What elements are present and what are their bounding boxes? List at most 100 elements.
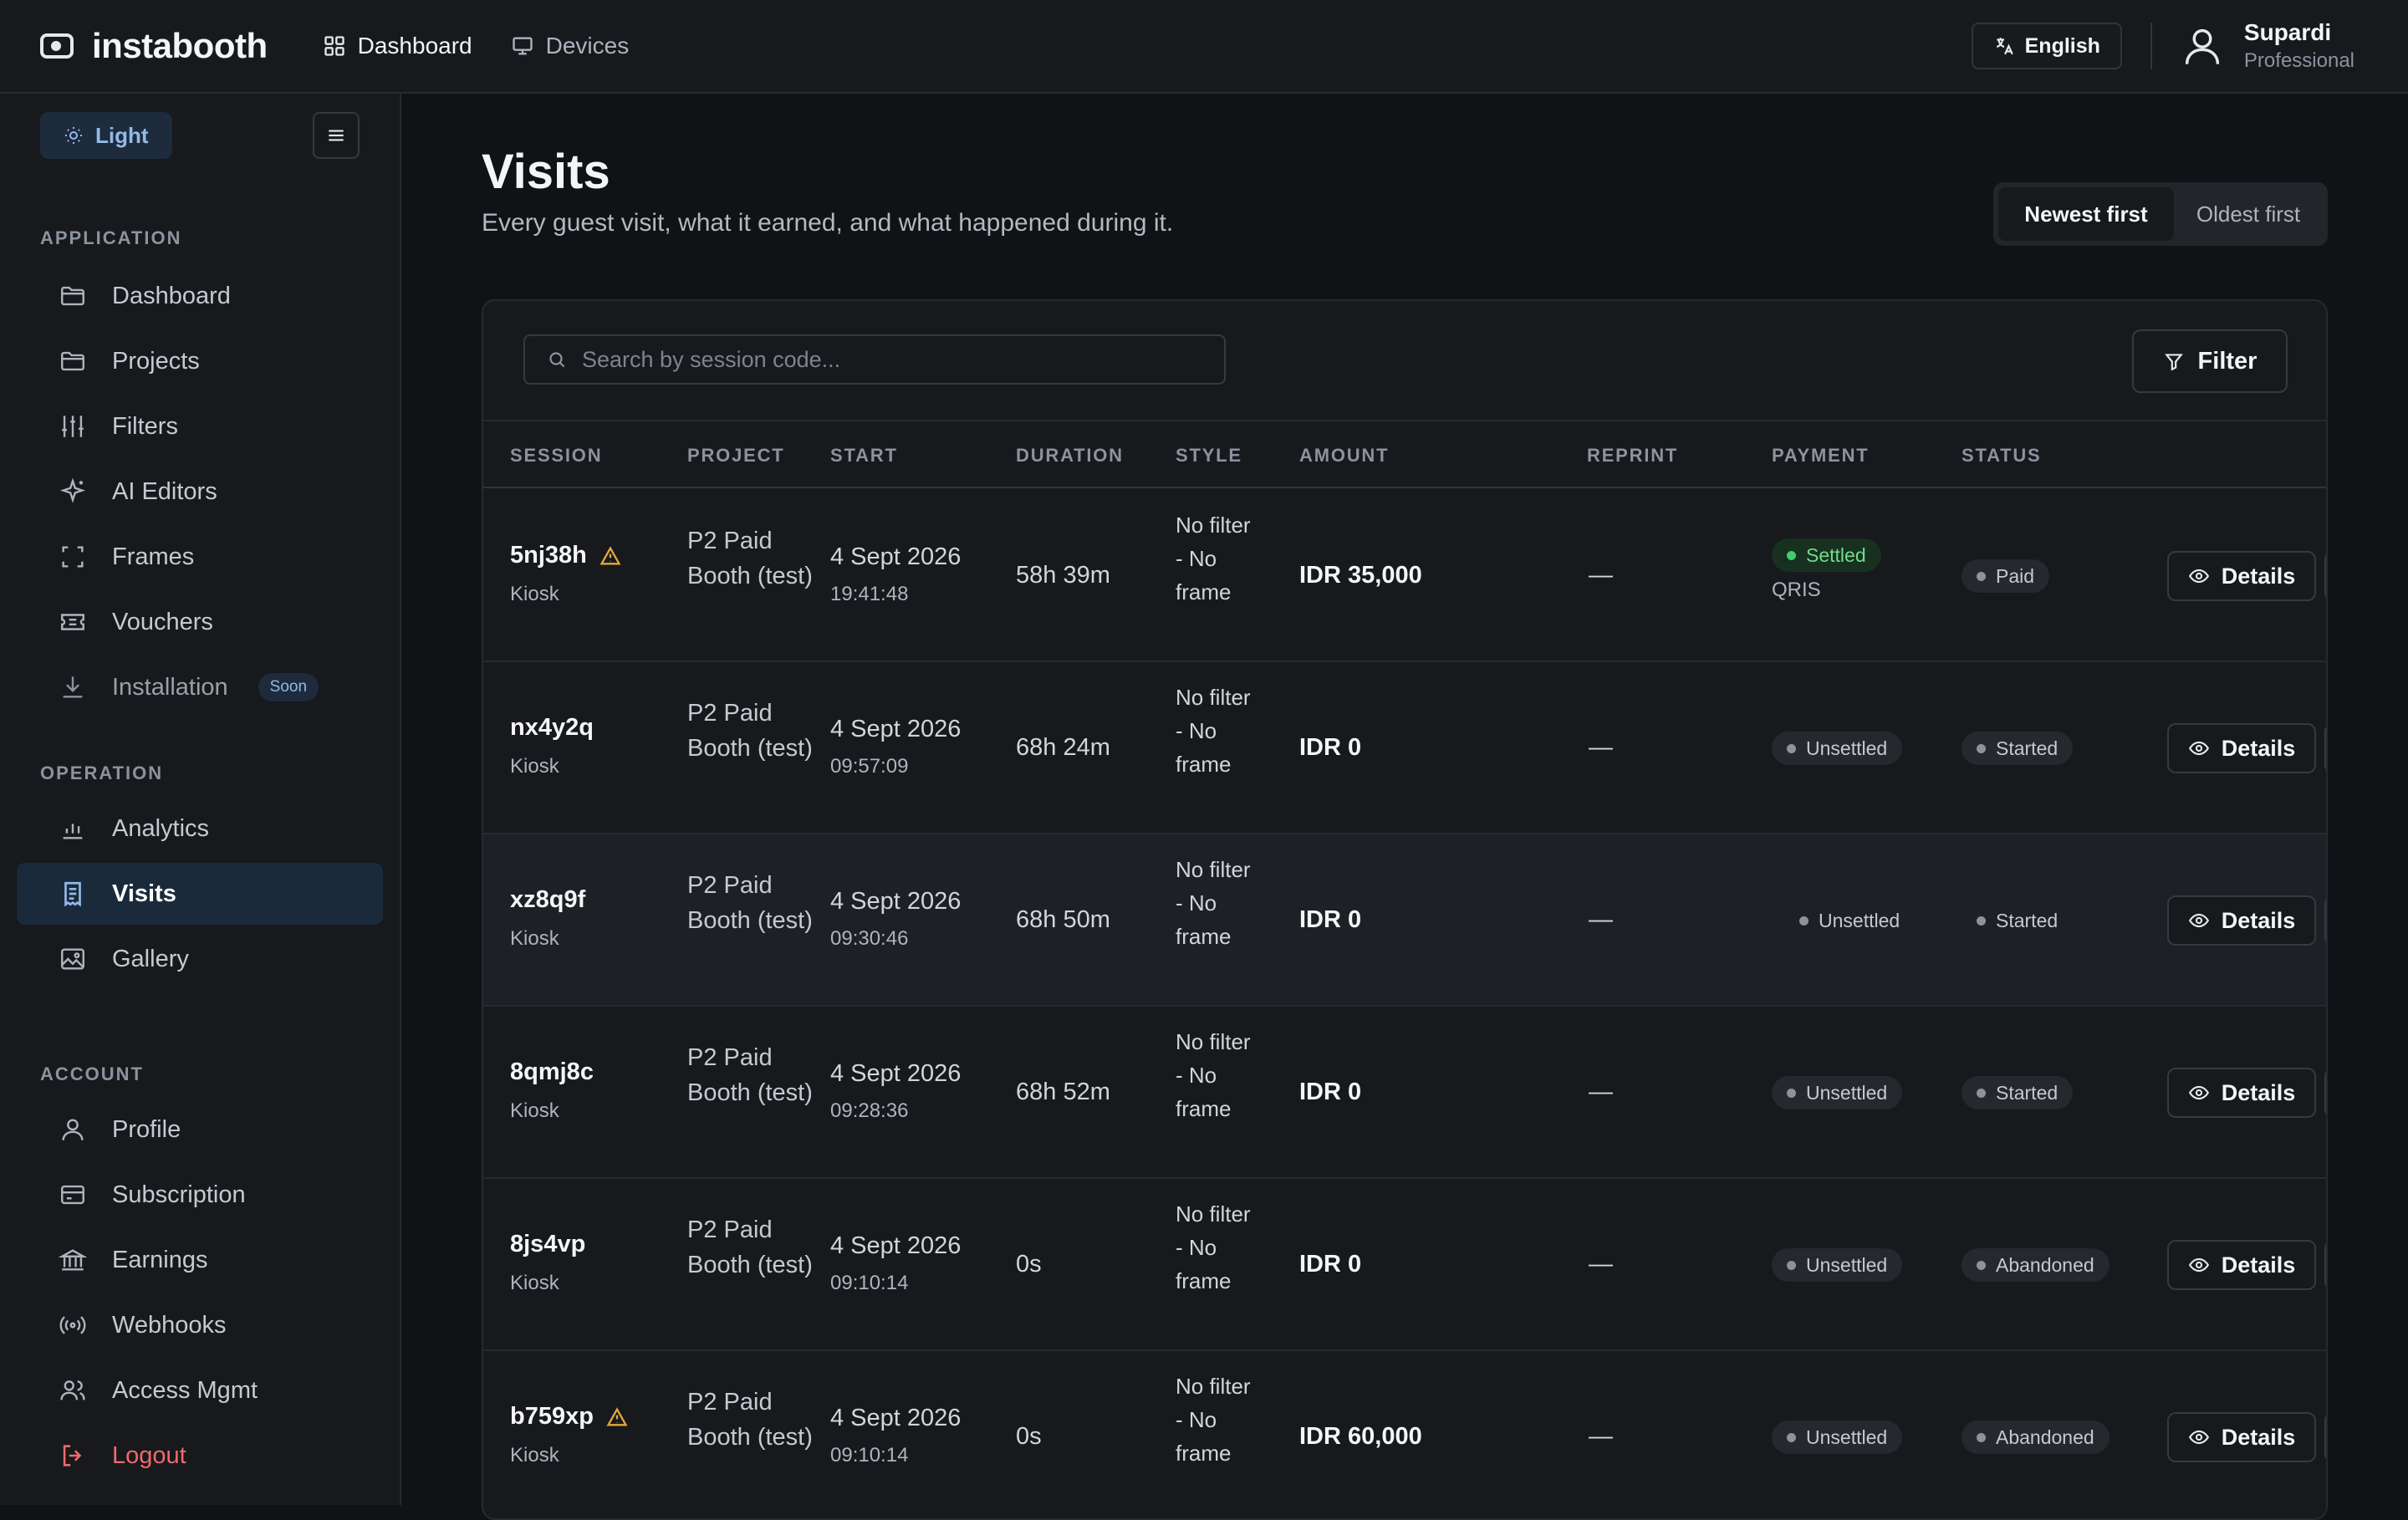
row-actions-button[interactable] [2324,895,2326,946]
session-code[interactable]: 8js4vp [510,1231,585,1258]
payment-status-text: Unsettled [1819,909,1900,931]
status-text: Abandoned [1996,1253,2094,1276]
session-cell: b759xp Kiosk [510,1403,629,1467]
sidebar-item-projects[interactable]: Projects [17,330,383,392]
topnav-dashboard[interactable]: Dashboard [323,33,472,59]
sidebar-item-frames[interactable]: Frames [17,526,383,588]
sidebar-collapse-button[interactable] [313,112,360,159]
amount-cell: IDR 0 [1299,734,1362,761]
duration-cell: 0s [1016,1423,1042,1450]
row-actions-button[interactable] [2324,1412,2326,1462]
column-header[interactable]: AMOUNT [1299,445,1389,467]
sidebar-item-label: Profile [112,1115,181,1143]
session-source: Kiosk [510,755,559,778]
brand-name: instabooth [92,26,268,65]
payment-cell: Unsettled [1772,1248,1903,1282]
row-actions-button[interactable] [2324,551,2326,601]
row-actions-button[interactable] [2324,1068,2326,1118]
user-menu[interactable]: Supardi Professional [2181,19,2354,73]
details-button[interactable]: Details [2167,551,2316,601]
warning-icon [606,1406,628,1426]
amount-cell: IDR 35,000 [1299,562,1422,589]
sidebar-item-webhooks[interactable]: Webhooks [17,1294,383,1356]
sidebar-item-earnings[interactable]: Earnings [17,1229,383,1291]
eye-icon [2188,913,2209,928]
user-name: Supardi [2243,19,2332,45]
sidebar-item-dashboard[interactable]: Dashboard [17,265,383,327]
start-time: 09:57:09 [830,755,909,778]
session-code[interactable]: xz8q9f [510,886,585,914]
ticket-icon [61,614,84,630]
start-date: 4 Sept 2026 [830,1405,962,1431]
project-cell: P2 Paid Booth (test) [687,528,813,589]
payment-cell: Unsettled [1772,1076,1903,1109]
duration-cell: 58h 39m [1016,562,1110,589]
style-cell: No filter - No frame [1176,685,1251,777]
sidebar-item-visits[interactable]: Visits [17,863,383,925]
sort-oldest-first[interactable]: Oldest first [2174,187,2323,241]
sidebar-item-installation[interactable]: Installation Soon [17,656,383,718]
session-code-text: nx4y2q [510,714,594,741]
language-button[interactable]: English [1971,23,2122,69]
column-header[interactable]: SESSION [510,445,602,467]
project-cell: P2 Paid Booth (test) [687,1044,813,1106]
session-code[interactable]: b759xp [510,1403,629,1431]
column-header[interactable]: PAYMENT [1772,445,1870,467]
status-dot [1977,1260,1986,1270]
session-code[interactable]: 5nj38h [510,542,622,569]
details-button[interactable]: Details [2167,1412,2316,1462]
column-header[interactable]: PROJECT [687,445,785,467]
column-header[interactable]: START [830,445,898,467]
details-button[interactable]: Details [2167,1240,2316,1290]
column-header[interactable]: STATUS [1962,445,2042,467]
session-cell: 8qmj8c Kiosk [510,1058,594,1123]
filter-button[interactable]: Filter [2132,329,2288,393]
payment-cell: Settled QRIS [1772,538,1881,602]
page-subtitle: Every guest visit, what it earned, and w… [482,209,1174,237]
details-button[interactable]: Details [2167,895,2316,946]
table-row[interactable]: nx4y2q Kiosk P2 Paid Booth (test) 4 Sept… [483,662,2326,834]
column-header[interactable]: REPRINT [1587,445,1678,467]
details-button[interactable]: Details [2167,1068,2316,1118]
top-bar: instabooth Dashboard Devices English Sup… [0,0,2408,94]
row-actions-button[interactable] [2324,1240,2326,1290]
sidebar-item-access-mgmt[interactable]: Access Mgmt [17,1359,383,1421]
start-cell: 4 Sept 2026 19:41:48 [830,543,961,606]
brand[interactable]: instabooth [40,26,268,66]
sidebar-item-ai-editors[interactable]: AI Editors [17,461,383,523]
sidebar-item-vouchers[interactable]: Vouchers [17,591,383,653]
start-date: 4 Sept 2026 [830,543,962,570]
sidebar-item-analytics[interactable]: Analytics [17,798,383,859]
table-row[interactable]: 8qmj8c Kiosk P2 Paid Booth (test) 4 Sept… [483,1007,2326,1179]
sort-newest-first[interactable]: Newest first [1998,187,2174,241]
column-header[interactable]: DURATION [1016,445,1124,467]
amount-cell: IDR 60,000 [1299,1423,1422,1450]
sidebar-item-logout[interactable]: Logout [17,1425,383,1487]
sidebar-item-label: AI Editors [112,477,217,505]
search-input[interactable] [582,346,1217,373]
sidebar-item-subscription[interactable]: Subscription [17,1164,383,1226]
session-code[interactable]: nx4y2q [510,714,594,742]
table-row[interactable]: b759xp Kiosk P2 Paid Booth (test) 4 Sept… [483,1351,2326,1518]
sidebar-item-profile[interactable]: Profile [17,1099,383,1160]
session-code-text: 5nj38h [510,542,587,569]
sidebar-item-filters[interactable]: Filters [17,395,383,457]
project-cell: P2 Paid Booth (test) [687,1217,813,1278]
session-code[interactable]: 8qmj8c [510,1058,594,1086]
start-date: 4 Sept 2026 [830,716,962,742]
payment-status-badge: Unsettled [1784,904,1915,937]
folder-icon [61,351,84,371]
sidebar-item-gallery[interactable]: Gallery [17,928,383,990]
style-cell: No filter - No frame [1176,857,1251,949]
table-row[interactable]: 5nj38h Kiosk P2 Paid Booth (test) 4 Sept… [483,490,2326,662]
table-row[interactable]: xz8q9f Kiosk P2 Paid Booth (test) 4 Sept… [483,834,2326,1007]
reprint-cell: — [1589,1079,1613,1105]
details-button[interactable]: Details [2167,723,2316,773]
topnav-devices[interactable]: Devices [511,33,629,59]
column-header[interactable]: STYLE [1176,445,1242,467]
table-row[interactable]: 8js4vp Kiosk P2 Paid Booth (test) 4 Sept… [483,1179,2326,1351]
theme-toggle[interactable]: Light [40,112,172,159]
reprint-cell: — [1589,906,1613,933]
payment-status-badge: Unsettled [1772,1421,1903,1454]
row-actions-button[interactable] [2324,723,2326,773]
